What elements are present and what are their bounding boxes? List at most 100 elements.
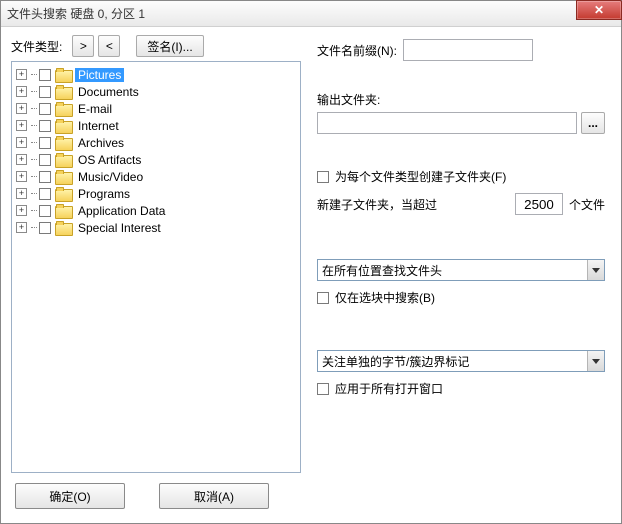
tree-item-label: Application Data [75,204,168,218]
chevron-down-icon [587,351,604,371]
ok-button[interactable]: 确定(O) [15,483,125,509]
tree-item[interactable]: + E-mail [14,100,298,117]
collapse-all-label: < [106,39,113,53]
expander-icon[interactable]: + [16,188,27,199]
folder-icon [55,85,71,98]
tree-item-label: OS Artifacts [75,153,144,167]
close-button[interactable]: ✕ [576,0,622,20]
tree-item-label: Documents [75,85,142,99]
expander-icon[interactable]: + [16,137,27,148]
tree-connector [31,74,37,75]
apply-all-checkbox[interactable] [317,383,329,395]
right-panel: 文件名前缀(N): 输出文件夹: ... 为每个文件类型创建子文件夹(F) [313,35,611,473]
output-folder-input[interactable] [317,112,577,134]
tree-item-checkbox[interactable] [39,103,51,115]
expander-icon[interactable]: + [16,154,27,165]
signature-button-label: 签名(I)... [147,38,192,55]
newfolder-label-b: 个文件 [569,196,605,213]
tree-item[interactable]: + Programs [14,185,298,202]
tree-connector [31,159,37,160]
file-type-tree[interactable]: + Pictures + Documents + E-mail + Internet + Arch… [11,61,301,473]
newfolder-label-a: 新建子文件夹，当超过 [317,196,437,213]
tree-connector [31,176,37,177]
browse-button-label: ... [588,116,598,130]
folder-icon [55,102,71,115]
output-folder-label: 输出文件夹: [317,91,605,108]
expand-all-button[interactable]: > [72,35,94,57]
tree-connector [31,108,37,109]
apply-all-label: 应用于所有打开窗口 [335,380,443,397]
tree-connector [31,142,37,143]
tree-connector [31,193,37,194]
tree-item-checkbox[interactable] [39,171,51,183]
subfolder-checkbox[interactable] [317,171,329,183]
tree-item-checkbox[interactable] [39,205,51,217]
cancel-button-label: 取消(A) [194,488,234,505]
tree-item-checkbox[interactable] [39,120,51,132]
browse-button[interactable]: ... [581,112,605,134]
close-icon: ✕ [594,3,604,17]
collapse-all-button[interactable]: < [98,35,120,57]
expander-icon[interactable]: + [16,205,27,216]
search-scope-dropdown[interactable]: 在所有位置查找文件头 [317,259,605,281]
chevron-down-icon [587,260,604,280]
prefix-input[interactable] [403,39,533,61]
cancel-button[interactable]: 取消(A) [159,483,269,509]
dialog-window: 文件头搜索 硬盘 0, 分区 1 ✕ 文件类型: > < 签名(I)... + P… [0,0,622,524]
folder-icon [55,153,71,166]
newfolder-threshold-input[interactable] [515,193,563,215]
tree-item[interactable]: + Application Data [14,202,298,219]
tree-item-checkbox[interactable] [39,154,51,166]
expander-icon[interactable]: + [16,120,27,131]
only-selected-checkbox[interactable] [317,292,329,304]
tree-item[interactable]: + Documents [14,83,298,100]
window-title: 文件头搜索 硬盘 0, 分区 1 [7,5,145,22]
tree-connector [31,125,37,126]
folder-icon [55,136,71,149]
folder-icon [55,119,71,132]
tree-item-label: E-mail [75,102,115,116]
ok-button-label: 确定(O) [49,488,90,505]
prefix-label: 文件名前缀(N): [317,42,397,59]
expander-icon[interactable]: + [16,103,27,114]
search-scope-value: 在所有位置查找文件头 [322,262,442,279]
subfolder-checkbox-label: 为每个文件类型创建子文件夹(F) [335,168,506,185]
expander-icon[interactable]: + [16,171,27,182]
expander-icon[interactable]: + [16,222,27,233]
signature-button[interactable]: 签名(I)... [136,35,203,57]
alignment-dropdown[interactable]: 关注单独的字节/簇边界标记 [317,350,605,372]
tree-item[interactable]: + OS Artifacts [14,151,298,168]
tree-item-label: Internet [75,119,122,133]
tree-item-label: Special Interest [75,221,164,235]
tree-connector [31,91,37,92]
tree-item-label: Music/Video [75,170,146,184]
tree-item-checkbox[interactable] [39,188,51,200]
tree-item-label: Archives [75,136,127,150]
alignment-value: 关注单独的字节/簇边界标记 [322,353,469,370]
tree-item[interactable]: + Archives [14,134,298,151]
expand-all-label: > [80,39,87,53]
folder-icon [55,170,71,183]
file-type-label: 文件类型: [11,38,62,55]
tree-item-checkbox[interactable] [39,222,51,234]
footer: 确定(O) 取消(A) [1,473,621,523]
folder-icon [55,187,71,200]
tree-item-label: Programs [75,187,133,201]
tree-item[interactable]: + Pictures [14,66,298,83]
expander-icon[interactable]: + [16,86,27,97]
tree-item-checkbox[interactable] [39,137,51,149]
tree-item[interactable]: + Special Interest [14,219,298,236]
tree-item[interactable]: + Internet [14,117,298,134]
tree-item[interactable]: + Music/Video [14,168,298,185]
expander-icon[interactable]: + [16,69,27,80]
tree-connector [31,210,37,211]
tree-item-checkbox[interactable] [39,69,51,81]
only-selected-label: 仅在选块中搜索(B) [335,289,435,306]
tree-connector [31,227,37,228]
titlebar: 文件头搜索 硬盘 0, 分区 1 ✕ [1,1,621,27]
tree-item-checkbox[interactable] [39,86,51,98]
left-panel: 文件类型: > < 签名(I)... + Pictures + Documents + E… [11,35,301,473]
folder-icon [55,221,71,234]
folder-icon [55,204,71,217]
tree-item-label: Pictures [75,68,124,82]
